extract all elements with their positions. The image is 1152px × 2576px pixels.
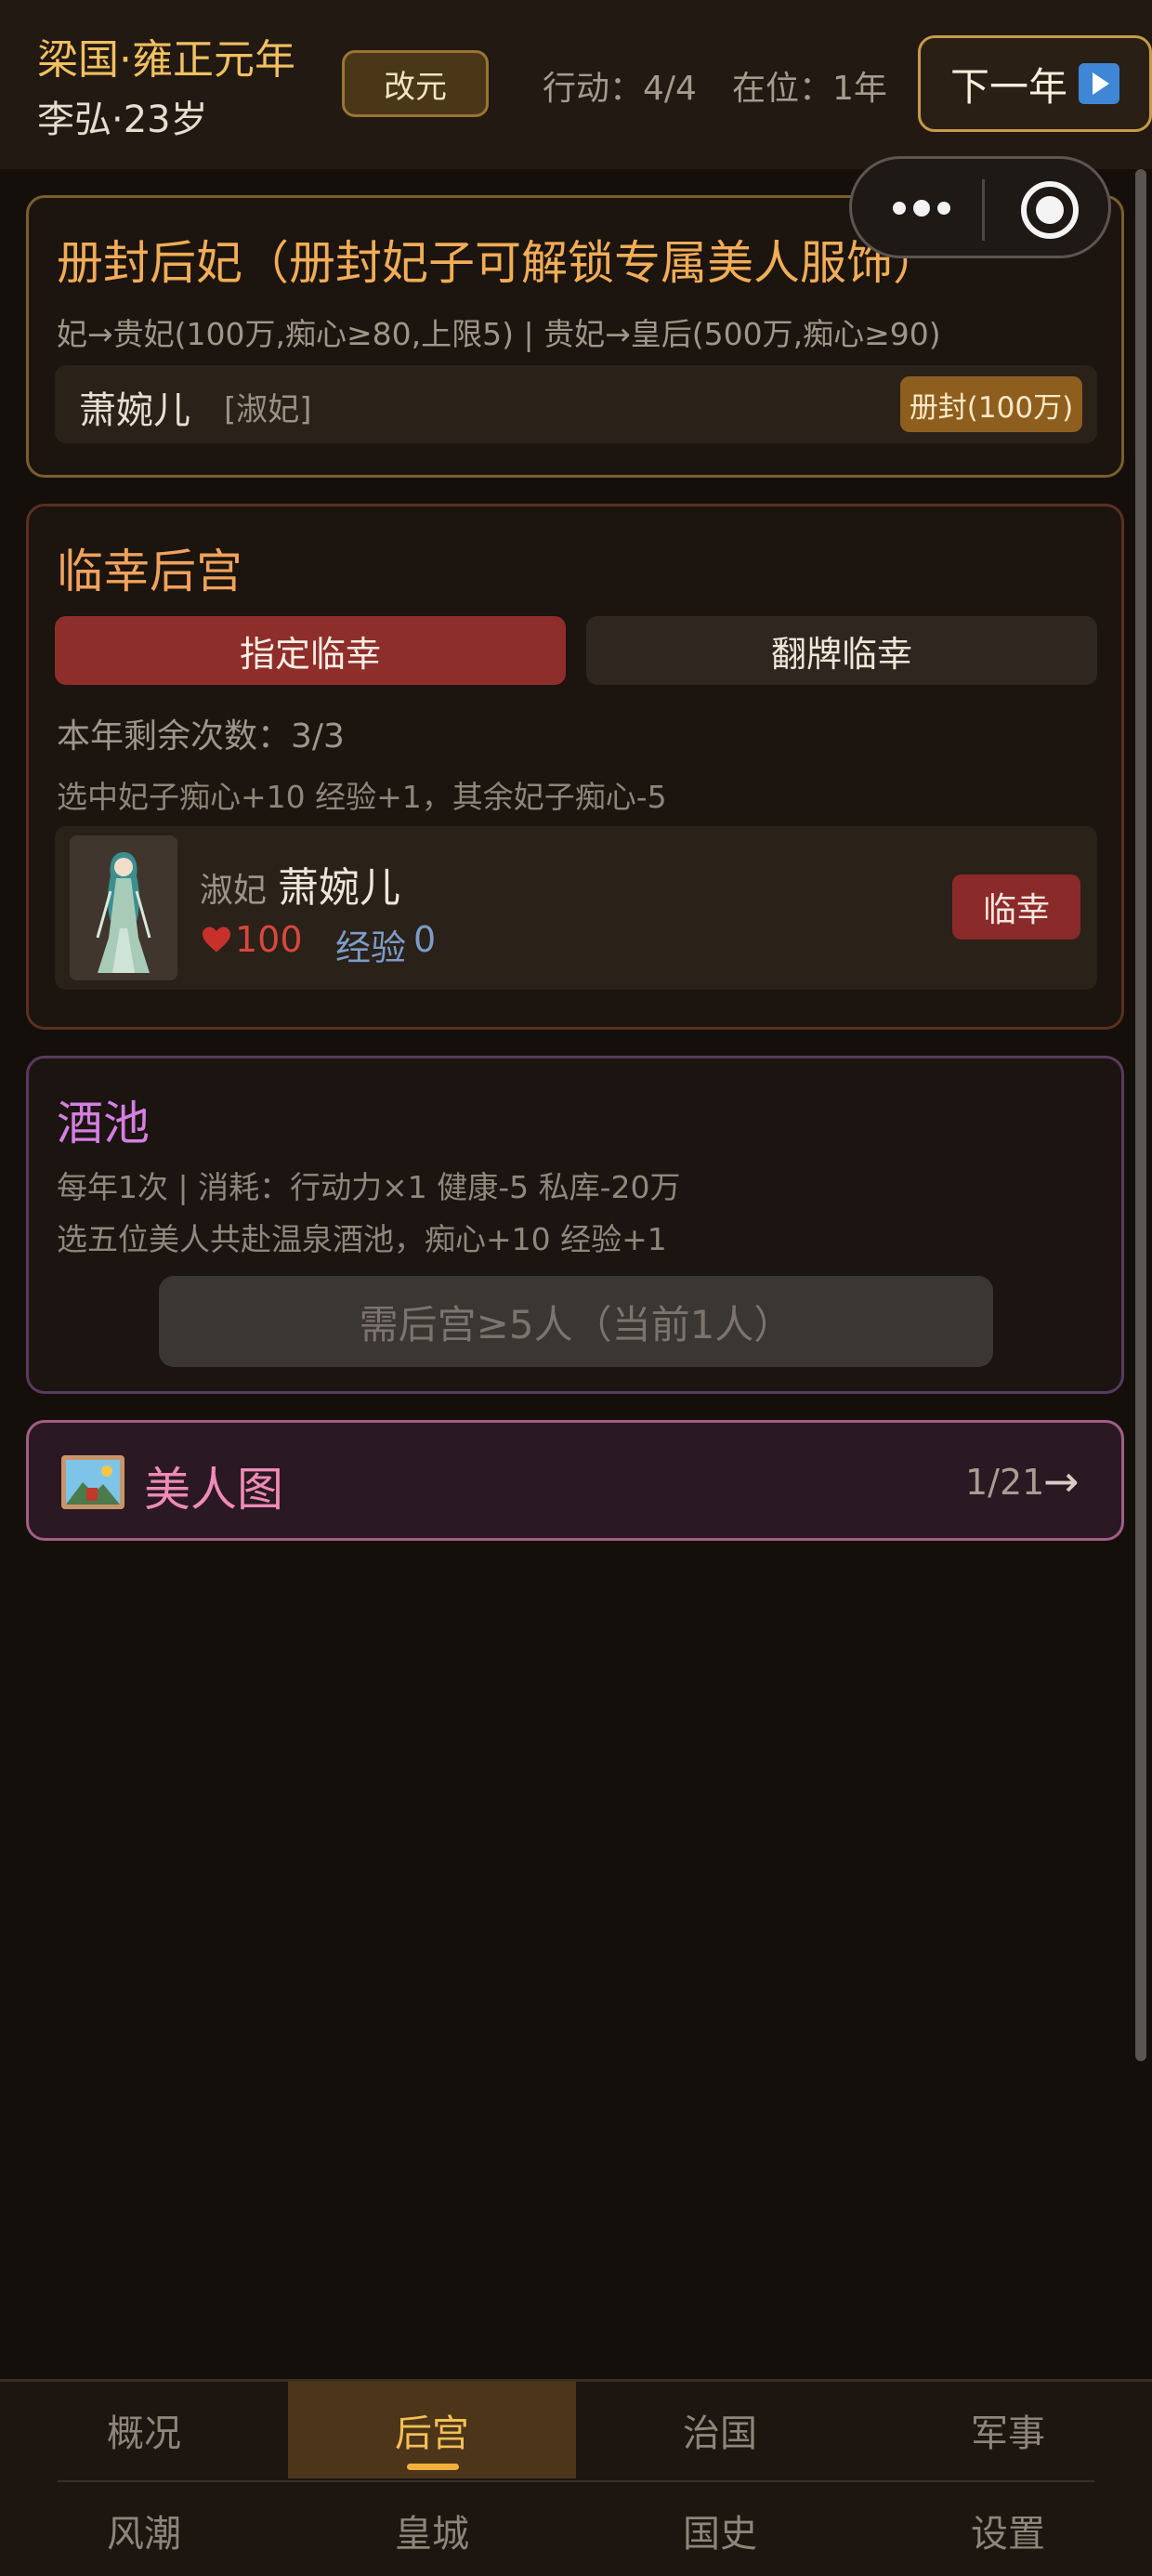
tab-national-history[interactable]: 国史 xyxy=(576,2482,864,2576)
affection-value: 100 xyxy=(235,919,303,960)
promote-title: 册封后妃（册封妃子可解锁专属美人服饰） xyxy=(57,236,939,290)
bottom-navigation: 概况 后宫 治国 军事 风潮 皇城 国史 设置 xyxy=(0,2379,1152,2576)
consort-name: 萧婉儿 xyxy=(278,864,400,912)
experience-value: 0 xyxy=(413,919,437,960)
promote-consort-rank: [淑妃] xyxy=(224,391,312,428)
wine-pool-card: 酒池 每年1次 | 消耗：行动力×1 健康-5 私库-20万 选五位美人共赴温泉… xyxy=(26,1056,1124,1394)
tab-flip-card-favor[interactable]: 翻牌临幸 xyxy=(586,616,1097,685)
wine-pool-effect: 选五位美人共赴温泉酒池，痴心+10 经验+1 xyxy=(57,1221,667,1257)
tab-assign-favor[interactable]: 指定临幸 xyxy=(55,616,566,685)
favor-rule: 选中妃子痴心+10 经验+1，其余妃子痴心-5 xyxy=(57,779,667,815)
tab-imperial-city[interactable]: 皇城 xyxy=(288,2482,576,2576)
play-icon xyxy=(1079,63,1119,104)
next-year-button[interactable]: 下一年 xyxy=(918,35,1152,132)
consort-rank: 淑妃 xyxy=(200,872,268,910)
gallery-label: 美人图 xyxy=(144,1463,283,1517)
consort-list-item: 淑妃 萧婉儿 100 经验 0 临幸 xyxy=(55,826,1097,990)
experience-label: 经验 xyxy=(335,927,407,968)
next-year-label: 下一年 xyxy=(949,63,1067,110)
tab-settings[interactable]: 设置 xyxy=(864,2482,1152,2576)
heart-icon xyxy=(203,927,230,953)
tab-overview[interactable]: 概况 xyxy=(0,2382,288,2478)
close-miniprogram-icon[interactable] xyxy=(1021,181,1079,239)
promote-consort-name: 萧婉儿 xyxy=(79,389,190,432)
active-tab-indicator xyxy=(407,2464,459,2470)
promote-button[interactable]: 册封(100万) xyxy=(900,376,1082,432)
favor-consort-button[interactable]: 临幸 xyxy=(952,874,1080,940)
arrow-right-icon: → xyxy=(1043,1456,1080,1506)
era-title: 梁国·雍正元年 xyxy=(37,36,295,84)
wine-pool-title: 酒池 xyxy=(57,1097,150,1150)
favor-title: 临幸后宫 xyxy=(57,545,242,598)
consort-portrait xyxy=(70,835,177,980)
tab-military[interactable]: 军事 xyxy=(864,2382,1152,2478)
wine-pool-button-disabled[interactable]: 需后宫≥5人（当前1人） xyxy=(159,1276,993,1367)
mini-program-capsule xyxy=(849,156,1111,258)
more-options-icon[interactable] xyxy=(889,192,963,226)
top-status-bar: 梁国·雍正元年 李弘·23岁 改元 行动：4/4 在位：1年 下一年 xyxy=(0,0,1152,169)
tab-trends[interactable]: 风潮 xyxy=(0,2482,288,2576)
reign-years: 在位：1年 xyxy=(732,70,887,108)
change-era-button[interactable]: 改元 xyxy=(342,50,489,117)
favor-harem-card: 临幸后宫 指定临幸 翻牌临幸 本年剩余次数：3/3 选中妃子痴心+10 经验+1… xyxy=(26,504,1124,1030)
capsule-divider xyxy=(982,179,985,241)
remaining-count: 本年剩余次数：3/3 xyxy=(57,717,345,756)
tab-harem[interactable]: 后宫 xyxy=(288,2382,576,2478)
gallery-count: 1/21 xyxy=(965,1462,1045,1503)
tab-harem-label: 后宫 xyxy=(395,2412,469,2455)
wine-pool-cost: 每年1次 | 消耗：行动力×1 健康-5 私库-20万 xyxy=(57,1169,681,1205)
picture-icon xyxy=(61,1455,124,1509)
promote-rule: 妃→贵妃(100万,痴心≥80,上限5) | 贵妃→皇后(500万,痴心≥90) xyxy=(57,316,941,352)
ruler-name-age: 李弘·23岁 xyxy=(37,99,208,141)
beauty-gallery-entry[interactable]: 美人图 1/21 → xyxy=(26,1420,1124,1541)
scrollbar[interactable] xyxy=(1135,169,1146,2061)
promote-consort-row: 萧婉儿 [淑妃] 册封(100万) xyxy=(55,365,1097,443)
action-points: 行动：4/4 xyxy=(543,70,697,108)
tab-governance[interactable]: 治国 xyxy=(576,2382,864,2478)
